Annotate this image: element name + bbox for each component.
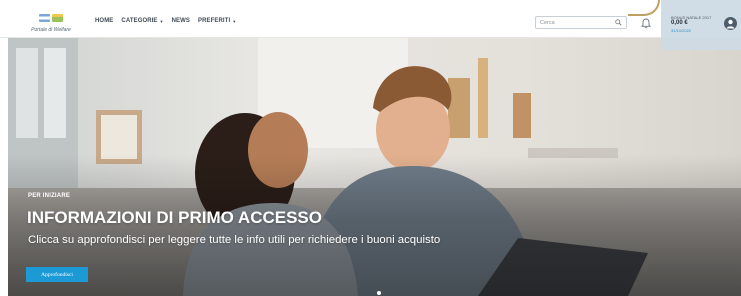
nav-item-categorie[interactable]: CATEGORIE ▼ — [121, 18, 163, 24]
search-input[interactable] — [540, 18, 614, 28]
search-box — [535, 16, 627, 29]
hero-kicker: PER INIZIARE — [28, 193, 71, 199]
bell-icon[interactable] — [641, 18, 651, 29]
nav-item-label: NEWS — [171, 18, 190, 24]
nav-item-preferiti[interactable]: PREFERITI ▼ — [198, 18, 236, 24]
logo-text: Portale di Welfare — [31, 27, 71, 33]
hero-banner: PER INIZIARE INFORMAZIONI DI PRIMO ACCES… — [8, 38, 741, 296]
user-avatar[interactable] — [724, 17, 737, 30]
chevron-down-icon: ▼ — [232, 18, 237, 24]
hero-title: INFORMAZIONI DI PRIMO ACCESSO — [27, 208, 322, 227]
bonus-date: 31/10/2022 — [671, 28, 692, 33]
nav-item-label: PREFERITI — [198, 18, 231, 24]
carousel-dot-active[interactable] — [377, 291, 381, 295]
nav-item-label: HOME — [95, 18, 114, 24]
nav-item-label: CATEGORIE — [121, 18, 158, 24]
nav-item-news[interactable]: NEWS — [172, 18, 190, 24]
bonus-panel[interactable]: BONUS NATALE 2017 0,00 € 31/10/2022 — [661, 0, 741, 50]
logo-mark-icon — [39, 14, 63, 22]
hero-subtitle: Clicca su approfondisci per leggere tutt… — [28, 234, 441, 246]
hero-overlay — [8, 38, 741, 296]
chevron-down-icon: ▼ — [159, 18, 164, 24]
search-icon[interactable] — [615, 19, 622, 26]
approfondisci-button[interactable]: Approfondisci — [26, 267, 88, 282]
main-nav: HOME CATEGORIE ▼ NEWS PREFERITI ▼ — [95, 18, 236, 24]
user-icon — [726, 19, 735, 29]
nav-item-home[interactable]: HOME — [95, 18, 113, 24]
portal-logo[interactable]: Portale di Welfare — [28, 11, 74, 35]
bonus-amount: 0,00 € — [671, 20, 688, 26]
